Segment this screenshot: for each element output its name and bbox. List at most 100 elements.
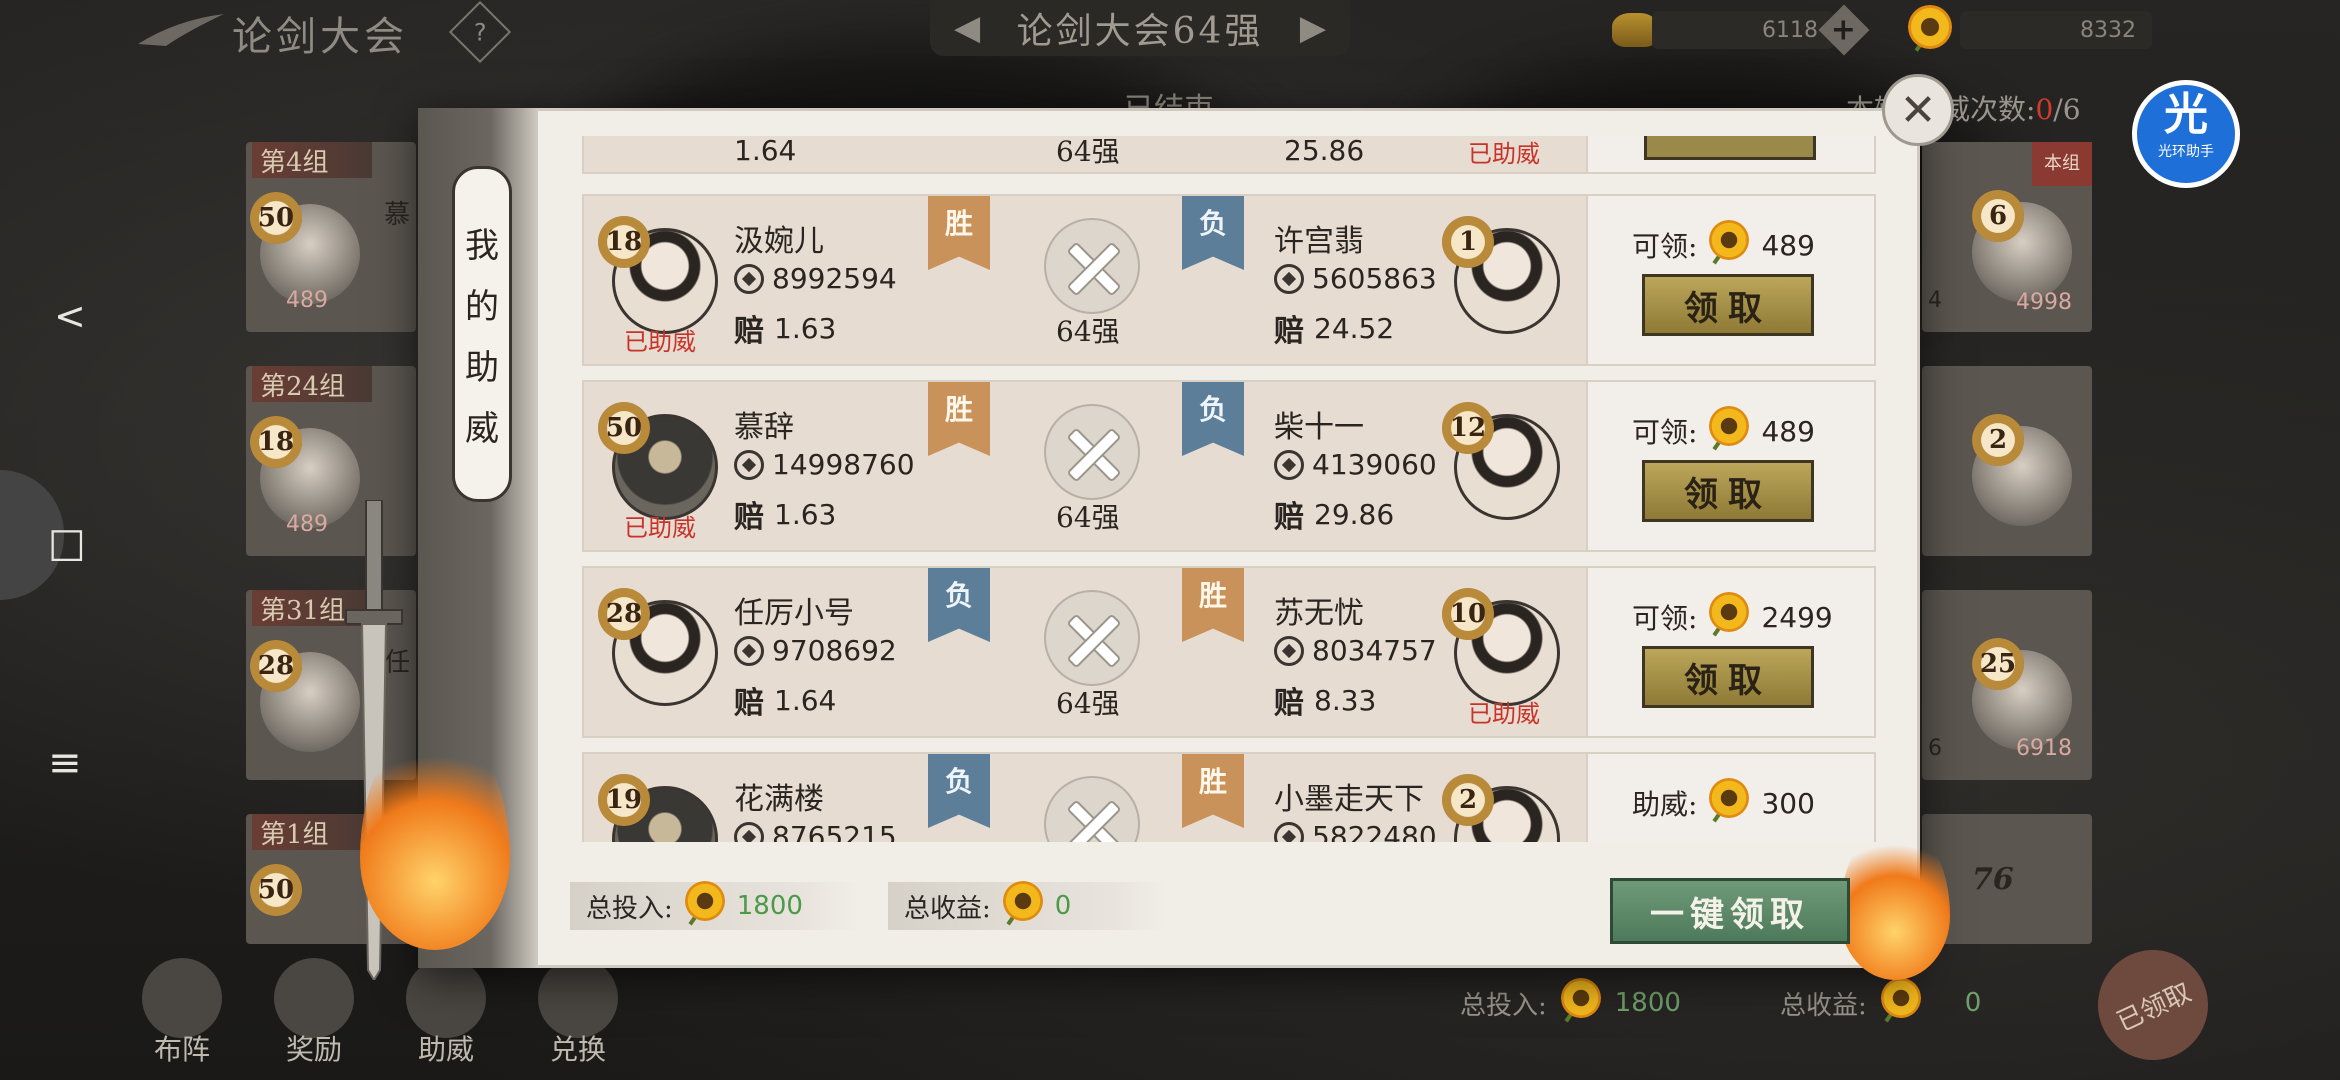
crossed-swords-icon xyxy=(1044,590,1140,686)
lose-banner: 负 xyxy=(928,568,990,642)
group-side-value: 6 xyxy=(1928,736,1942,761)
player-name: 小墨走天下 xyxy=(1274,782,1424,817)
partial-value: 1.64 xyxy=(734,136,797,167)
exchange-icon xyxy=(538,958,618,1038)
list-item: 28 任厉小号 9708692 赔 1.64 负 64强 胜 苏无忧 803475… xyxy=(582,566,1876,738)
sunflower-icon xyxy=(1906,5,1956,55)
assistant-overlay-button[interactable]: 光 光环助手 xyxy=(2132,80,2240,188)
page-title: 论剑大会 xyxy=(232,14,408,60)
claim-button[interactable]: 领取 xyxy=(1642,460,1814,522)
total-gain: 总收益: 0 xyxy=(888,881,1168,931)
help-button[interactable]: ? xyxy=(448,0,512,64)
stage-label: 64强 xyxy=(1056,687,1120,720)
group-card[interactable]: 本组 6 4998 4 xyxy=(1922,142,2092,332)
level-badge: 50 xyxy=(250,864,302,916)
claimable-reward: 可领: 2499 xyxy=(1632,592,1833,642)
close-button[interactable]: ✕ xyxy=(1882,74,1954,146)
claim-all-button[interactable]: 一键领取 xyxy=(1610,878,1850,944)
level-badge: 2 xyxy=(1972,414,2024,466)
player-odds: 24.52 xyxy=(1314,311,1395,345)
level-badge: 18 xyxy=(250,416,302,468)
lose-banner: 负 xyxy=(1182,382,1244,456)
player-name: 许宫翡 xyxy=(1274,224,1364,259)
next-stage-button[interactable]: ▶ xyxy=(1300,8,1326,48)
list-item: 1.64 64强 25.86 已助威 xyxy=(582,136,1876,174)
player-name: 慕辞 xyxy=(734,410,794,445)
group-name-char: 慕 xyxy=(384,200,411,230)
player-name: 柴十一 xyxy=(1274,410,1364,445)
partial-stage: 64强 xyxy=(1056,136,1120,168)
formation-icon xyxy=(142,958,222,1038)
player-name: 汲婉儿 xyxy=(734,224,824,259)
claimable-reward: 可领: 489 xyxy=(1632,220,1815,270)
system-nav-bar: < □ ≡ xyxy=(0,0,130,1080)
formation-button[interactable]: 布阵 xyxy=(140,958,224,1068)
power-icon xyxy=(734,635,764,666)
cheer-list[interactable]: 1.64 64强 25.86 已助威 18 已助威 汲婉儿 8992594 赔1… xyxy=(582,136,1876,842)
group-card[interactable]: 2 xyxy=(1922,366,2092,556)
player-power: 5822480 xyxy=(1312,820,1437,842)
group-card[interactable]: 第4组 50 489 慕 xyxy=(246,142,416,332)
cheer-amount: 助威: 300 xyxy=(1632,778,1815,828)
sunflower-icon xyxy=(1879,978,1923,1028)
level-badge: 18 xyxy=(598,216,650,268)
level-badge: 12 xyxy=(1442,402,1494,454)
player-power: 14998760 xyxy=(772,448,915,481)
level-badge: 50 xyxy=(598,402,650,454)
player-odds: 8.33 xyxy=(1314,683,1377,717)
player-odds: 29.86 xyxy=(1314,497,1395,531)
odds-icon: 赔 xyxy=(734,686,764,721)
level-badge: 1 xyxy=(1442,216,1494,268)
sunflower-icon xyxy=(1707,592,1751,642)
claim-button[interactable]: 领取 xyxy=(1642,646,1814,708)
player-name: 花满楼 xyxy=(734,782,824,817)
prev-stage-button[interactable]: ◀ xyxy=(954,8,980,48)
claim-button[interactable]: 领取 xyxy=(1642,274,1814,336)
top-bar: 论剑大会 ? ◀ 论剑大会64强 ▶ 6118 + 8332 xyxy=(0,0,2340,64)
group-value: 4998 xyxy=(2016,290,2072,315)
odds-icon: 赔 xyxy=(734,500,764,535)
player-odds: 1.63 xyxy=(774,497,837,531)
player-power: 5605863 xyxy=(1312,262,1437,295)
lose-banner: 负 xyxy=(1182,196,1244,270)
player-name: 苏无忧 xyxy=(1274,596,1364,631)
stage-navigator: ◀ 论剑大会64强 ▶ xyxy=(930,0,1350,56)
dialog-title-tag: 我 的 助 威 xyxy=(452,166,512,502)
player-odds: 1.64 xyxy=(774,683,837,717)
claim-amount: 489 xyxy=(1761,228,1815,262)
bottom-total-input: 总投入: 1800 xyxy=(1460,978,1681,1028)
claimable-reward: 可领: 489 xyxy=(1632,406,1815,456)
chest-icon xyxy=(274,958,354,1038)
exchange-button[interactable]: 兑换 xyxy=(536,958,620,1068)
sunflower-icon xyxy=(1001,881,1045,931)
claim-button-partial[interactable] xyxy=(1644,136,1816,160)
player-power: 4139060 xyxy=(1312,448,1437,481)
level-badge: 28 xyxy=(250,640,302,692)
power-icon xyxy=(734,263,764,294)
remaining-label: 威次数: xyxy=(1942,93,2036,126)
question-icon: ? xyxy=(473,18,487,46)
cheered-label: 已助威 xyxy=(624,328,696,356)
player-power: 9708692 xyxy=(772,634,897,667)
remaining-used: 0 xyxy=(2035,93,2054,126)
partial-odds: 25.86 xyxy=(1284,136,1365,167)
player-power: 8992594 xyxy=(772,262,897,295)
odds-icon: 赔 xyxy=(1274,314,1304,349)
odds-icon: 赔 xyxy=(1274,686,1304,721)
home-button[interactable]: □ xyxy=(48,520,86,566)
back-button[interactable]: < xyxy=(54,294,86,338)
gold-amount: 6118 xyxy=(1652,11,1834,49)
group-card[interactable]: 25 6918 6 xyxy=(1922,590,2092,780)
cheer-button[interactable]: 助威 xyxy=(404,958,488,1068)
level-badge: 19 xyxy=(598,774,650,826)
cheered-label: 已助威 xyxy=(624,514,696,542)
crossed-swords-icon xyxy=(1044,218,1140,314)
sunflower-icon xyxy=(1707,220,1751,270)
bottom-total-gain: 总收益: 0 xyxy=(1780,978,1981,1028)
group-side-value: 4 xyxy=(1928,288,1942,313)
stage-title: 论剑大会64强 xyxy=(1016,11,1264,52)
level-badge: 50 xyxy=(250,192,302,244)
group-label: 第4组 xyxy=(252,142,372,178)
brush-logo-icon xyxy=(138,14,224,46)
menu-button[interactable]: ≡ xyxy=(48,740,82,786)
